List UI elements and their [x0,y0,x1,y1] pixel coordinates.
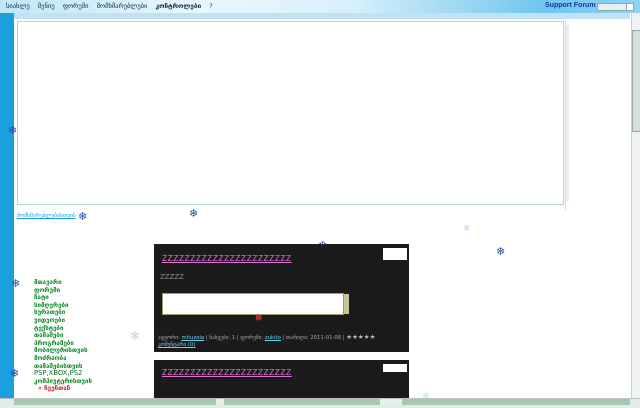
post-thumbnail [383,364,407,372]
post-title-link[interactable]: ZZZZZZZZZZZZZZZZZZZZZZZ [162,254,292,263]
top-navigation-bar: სიახლე მენიუ ფორუმი მომხმარებლები კონტრო… [0,0,640,13]
quote-box [162,293,349,315]
meta-views: 1 [231,335,236,341]
meta-category-label: ფორუმი: [240,335,264,341]
frame-top-border [14,13,630,19]
meta-date: 2011-01-08 [310,335,342,341]
snowflake-icon: ❄ [496,245,506,258]
snowflake-icon: ❄ [189,207,199,220]
post-card: ZZZZZZZZZZZZZZZZZZZZZZZ [154,360,409,398]
meta-author-label: ავტორი: [158,335,180,341]
smiley-icon: ☻ [255,314,263,322]
snowflake-icon: ❄ [8,124,18,137]
side-menu-item[interactable]: მოძრაობა [34,355,92,363]
post-meta: ავტორი: mhuzola | ნახვები: 1 | ფორუმი: z… [158,333,376,349]
nav-item-forum[interactable]: ფორუმი [63,2,89,10]
nav-item-help[interactable]: ? [209,2,212,10]
snowflake-icon: ❄ [130,329,141,343]
side-menu: მთავარი ფორუმი ჩატი სიმღერები სურათები ვ… [34,279,92,393]
meta-category-link[interactable]: zukito [265,335,281,341]
side-menu-item[interactable]: მთავარი [34,279,92,287]
nav-item-menu[interactable]: მენიუ [38,2,55,10]
horizontal-scroll-thumb[interactable] [380,399,402,405]
side-menu-item[interactable]: PSP,XBOX,PS2 [34,370,92,378]
horizontal-scroll-thumb[interactable] [216,399,224,405]
nav-item-users[interactable]: მომხმარებლები [97,2,148,10]
side-menu-current-item[interactable]: » ჩვენთან [34,385,92,393]
meta-date-label: თარიღი: [286,335,309,341]
snowflake-icon: ❄ [78,210,88,223]
side-menu-item[interactable]: სურათები [34,309,92,317]
nav-item-news[interactable]: სიახლე [6,2,30,10]
side-menu-item[interactable]: ჩატი [34,294,92,302]
side-menu-item[interactable]: თამაშები [34,332,92,340]
top-nav: სიახლე მენიუ ფორუმი მომხმარებლები კონტრო… [6,2,219,10]
support-forum-link[interactable]: Support Forum [545,2,596,9]
left-border [0,13,14,398]
users-link[interactable]: მომხმარებლებისთვის [17,213,76,219]
snowflake-icon: ❄ [463,224,471,234]
vertical-scroll-thumb[interactable] [632,30,640,132]
meta-views-label: ნახვები: [209,335,231,341]
post-text: ZZZZZ [160,273,184,281]
side-menu-item[interactable]: ვიდეოები [34,317,92,325]
search-button[interactable] [626,3,634,11]
meta-author-link[interactable]: mhuzola [181,335,204,341]
snowflake-icon: ❄ [11,277,21,290]
search-box[interactable] [597,3,627,11]
rating-stars[interactable]: ★★★★★ [346,333,375,341]
post-title-link[interactable]: ZZZZZZZZZZZZZZZZZZZZZZZ [162,368,292,377]
comments-link[interactable]: კომენტარი (0) [158,342,195,348]
nav-item-controls[interactable]: კონტროლები [155,2,201,10]
post-thumbnail [383,248,407,260]
divider [565,20,566,210]
snowflake-icon: ❄ [10,367,20,380]
horizontal-scrollbar[interactable] [14,399,630,405]
header-banner [17,21,569,205]
post-card: ZZZZZZZZZZZZZZZZZZZZZZZ ZZZZZ ☻ ავტორი: … [154,244,409,352]
side-menu-item[interactable]: მობილურისთვის [34,347,92,355]
